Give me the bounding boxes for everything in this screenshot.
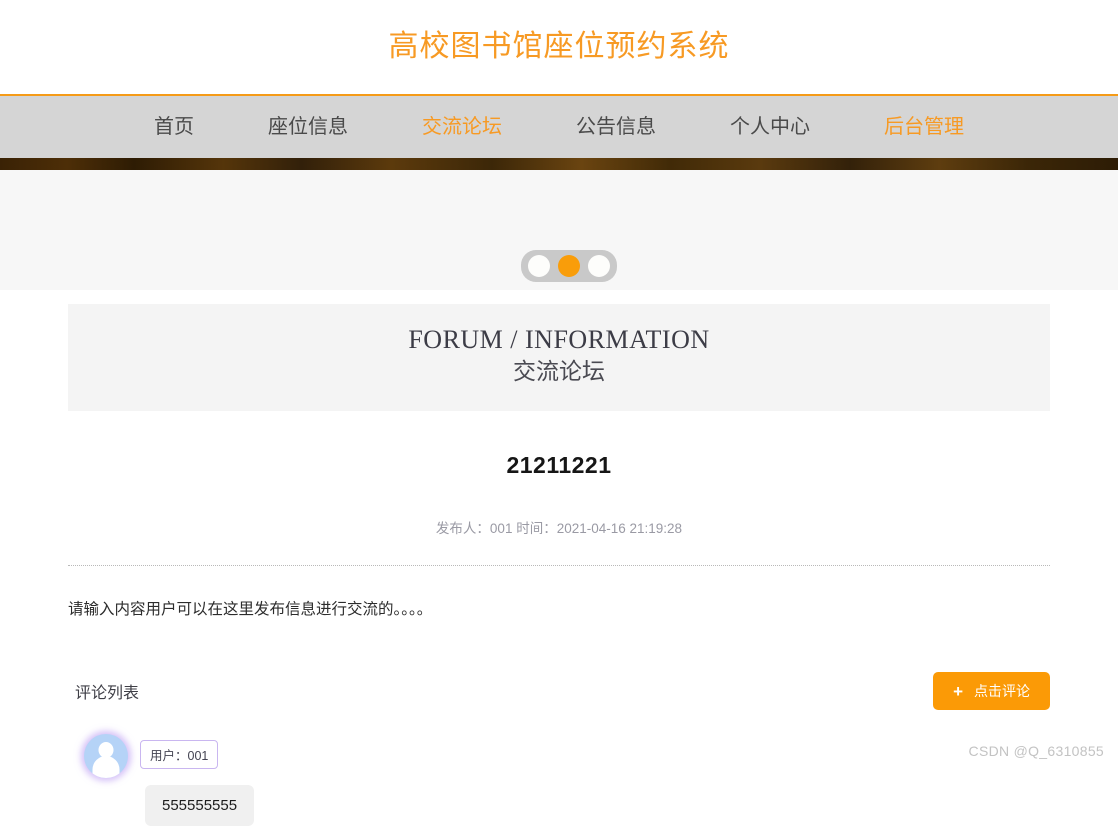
user-avatar-icon: [84, 734, 128, 779]
carousel-dot-1[interactable]: [528, 255, 550, 277]
nav-item-announcements[interactable]: 公告信息: [539, 117, 693, 137]
plus-icon: +: [953, 681, 963, 701]
nav-item-forum[interactable]: 交流论坛: [385, 117, 539, 137]
comment-content-column: 用户：001 555555555: [128, 732, 255, 826]
nav-item-personal-center[interactable]: 个人中心: [693, 117, 847, 137]
main-navigation: 首页 座位信息 交流论坛 公告信息 个人中心 后台管理: [0, 96, 1118, 158]
forum-header-english: FORUM / INFORMATION: [408, 325, 710, 354]
carousel-dot-2[interactable]: [558, 255, 580, 277]
avatar-body-shape: [92, 756, 120, 779]
nav-items-container: 首页 座位信息 交流论坛 公告信息 个人中心 后台管理: [117, 117, 1001, 137]
forum-header-chinese: 交流论坛: [513, 358, 605, 384]
post-title: 21211221: [506, 452, 612, 479]
site-header: 高校图书馆座位预约系统: [0, 0, 1118, 96]
post-body-text: 请输入内容用户可以在这里发布信息进行交流的。。。。: [68, 600, 433, 618]
site-title: 高校图书馆座位预约系统: [388, 30, 730, 63]
add-comment-button-label: 点击评论: [974, 683, 1030, 700]
nav-item-home[interactable]: 首页: [117, 117, 231, 137]
banner-carousel[interactable]: [0, 158, 1118, 290]
nav-item-admin[interactable]: 后台管理: [847, 117, 1001, 137]
carousel-dot-3[interactable]: [588, 255, 610, 277]
forum-section-header: FORUM / INFORMATION 交流论坛: [68, 304, 1050, 411]
nav-item-seat-info[interactable]: 座位信息: [231, 117, 385, 137]
carousel-indicators: [521, 250, 617, 282]
main-content: FORUM / INFORMATION 交流论坛 21211221 发布人：00…: [68, 290, 1050, 826]
comment-section-header: 评论列表 + 点击评论: [68, 622, 1050, 711]
comment-list-item: 用户：001 555555555: [68, 710, 1050, 826]
post-meta: 发布人：001 时间：2021-04-16 21:19:28: [435, 520, 683, 536]
banner-image: [0, 158, 1118, 170]
comment-text-bubble: 555555555: [145, 785, 255, 826]
add-comment-button[interactable]: + 点击评论: [933, 672, 1050, 711]
comment-user-badge: 用户：001: [140, 740, 219, 770]
comment-list-title: 评论列表: [75, 685, 140, 703]
watermark: CSDN @Q_6310855: [968, 743, 1104, 759]
